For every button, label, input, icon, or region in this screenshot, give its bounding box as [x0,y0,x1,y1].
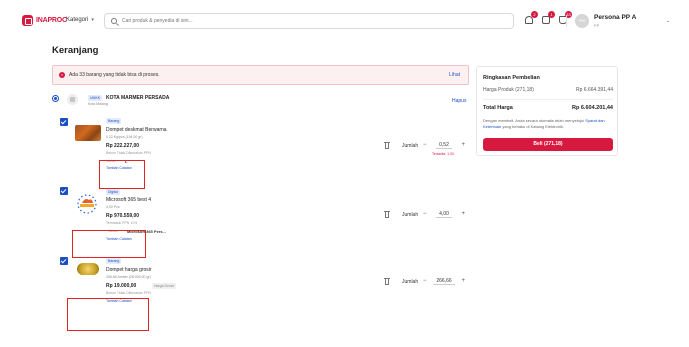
total-value: Rp 6.604.201,44 [572,105,613,111]
summary-title: Ringkasan Pembelian [483,75,540,81]
kategori-dropdown[interactable]: Kategori ▾ [66,17,94,23]
user-name: Persona PP A [594,14,637,21]
minus-icon[interactable]: − [423,278,427,284]
quantity-stepper[interactable]: − 0,52 + [423,138,465,152]
plus-icon[interactable]: + [461,278,465,284]
trash-body [385,279,389,285]
plus-icon[interactable]: + [461,211,465,217]
quantity-value[interactable]: 0,52 [436,142,452,149]
terms-note-pre: Dengan membeli, Anda secara otomatis tel… [483,118,585,123]
product-weight: 0,22 Kg/pcs (194,00 gr) [106,135,143,139]
trash-body [385,143,389,149]
header-divider [566,15,567,27]
notification-badge: 2 [531,11,538,18]
product-name[interactable]: Microsoft 365 best 4 [106,197,151,203]
subtotal-row: Harga Produk (271,18) Rp 6.664.391,44 [483,87,613,93]
hapus-button[interactable]: Hapus [452,98,466,104]
product-unit: 4,00 Pcs [106,205,120,209]
product-name[interactable]: Dompet harga grosir [106,267,152,273]
qty-label: Jumlah [402,212,419,218]
plus-icon[interactable]: + [461,142,465,148]
qty-label: Jumlah [402,143,419,149]
item-tag: Barang [106,118,122,124]
product-tax-note: Belum Tidak Dikenakan PPN [106,291,151,295]
search-bar[interactable] [104,13,514,29]
minus-icon[interactable]: − [423,142,427,148]
total-label: Total Harga [483,105,513,111]
logo-mark-icon [22,15,33,26]
item-checkbox[interactable] [60,257,68,265]
user-role: PP [594,23,600,28]
trash-icon[interactable] [384,278,390,285]
user-chevron-down-icon[interactable]: ⌄ [666,18,670,24]
error-icon: × [59,72,65,78]
product-tax-note: Termasuk PPN 11% [106,221,138,225]
item-checkbox[interactable] [60,187,68,195]
user-menu[interactable]: Persona PP A PP [594,14,636,28]
quantity-stepper[interactable]: − 266,66 + [423,274,465,288]
item-tag: Barang [106,258,122,264]
highlight-box [67,298,149,331]
alert-lihat-link[interactable]: Lihat [449,72,460,78]
product-image[interactable] [75,125,101,141]
search-input[interactable] [122,18,502,24]
microsoft-365-image[interactable] [73,192,101,216]
product-price: Rp 970.559,00 [106,213,140,219]
summary-card: Ringkasan Pembelian Harga Produk (271,18… [476,66,618,156]
vendor-logo [67,94,78,105]
chevron-down-icon: ▾ [91,17,94,23]
quantity-value[interactable]: 266,66 [433,278,455,285]
page-title: Keranjang [52,45,99,56]
item-checkbox[interactable] [60,118,68,126]
trash-icon[interactable] [384,211,390,218]
vendor-location: Kota Malang [88,102,108,106]
logo-text: INAPROC [36,17,67,24]
trash-body [385,212,389,218]
product-weight: 266,66 Amber (28.000,00 gr) [106,275,151,279]
terms-note-post: yang berlaku di Katalog Elektronik. [502,123,564,129]
product-name[interactable]: Dompet deskmat Berwarna [106,127,167,133]
mail-icon[interactable]: 1 [541,11,555,24]
kategori-label: Kategori [66,17,89,23]
grosir-badge: Harga Grosir [152,283,177,289]
summary-divider [483,99,613,100]
inaproc-logo[interactable]: INAPROC [22,15,67,26]
quantity-stepper[interactable]: − 4,00 + [423,207,465,221]
product-tax-note: Belum Tidak Dikenakan PPN [106,151,151,155]
message-badge: 1 [548,11,555,18]
bell-icon[interactable]: 2 [524,11,538,24]
qty-label: Jumlah [402,279,419,285]
product-price: Rp 19.000,00 [106,283,137,289]
vendor-name[interactable]: KOTA MARMER PERSADA [106,95,169,101]
product-price: Rp 222.227,00 [106,143,140,149]
error-alert: × Ada 33 barang yang tidak bisa di prose… [52,65,469,85]
avatar[interactable]: PPA [575,14,589,28]
minus-icon[interactable]: − [423,211,427,217]
terms-note: Dengan membeli, Anda secara otomatis tel… [483,118,615,129]
highlight-box [99,160,145,189]
buy-button[interactable]: Beli (271,18) [483,138,613,151]
item-tag: Digital [106,189,120,195]
search-icon [111,18,117,24]
top-icons: 2 1 33 [524,11,572,24]
total-row: Total Harga Rp 6.604.201,44 [483,105,613,111]
quantity-value[interactable]: 4,00 [436,211,452,218]
vendor-tag: UMKK [88,95,103,101]
highlight-box [72,230,146,258]
alert-text: Ada 33 barang yang tidak bisa di proses. [69,72,160,78]
product-image[interactable] [77,263,99,275]
top-navbar: INAPROC Kategori ▾ 2 1 33 PPA Persona PP… [0,0,689,40]
subtotal-value: Rp 6.664.391,44 [576,87,613,93]
vendor-radio[interactable] [52,95,59,102]
stock-warning: Tersedia: 1,00 [432,152,454,156]
subtotal-label: Harga Produk (271,18) [483,87,534,93]
trash-icon[interactable] [384,142,390,149]
